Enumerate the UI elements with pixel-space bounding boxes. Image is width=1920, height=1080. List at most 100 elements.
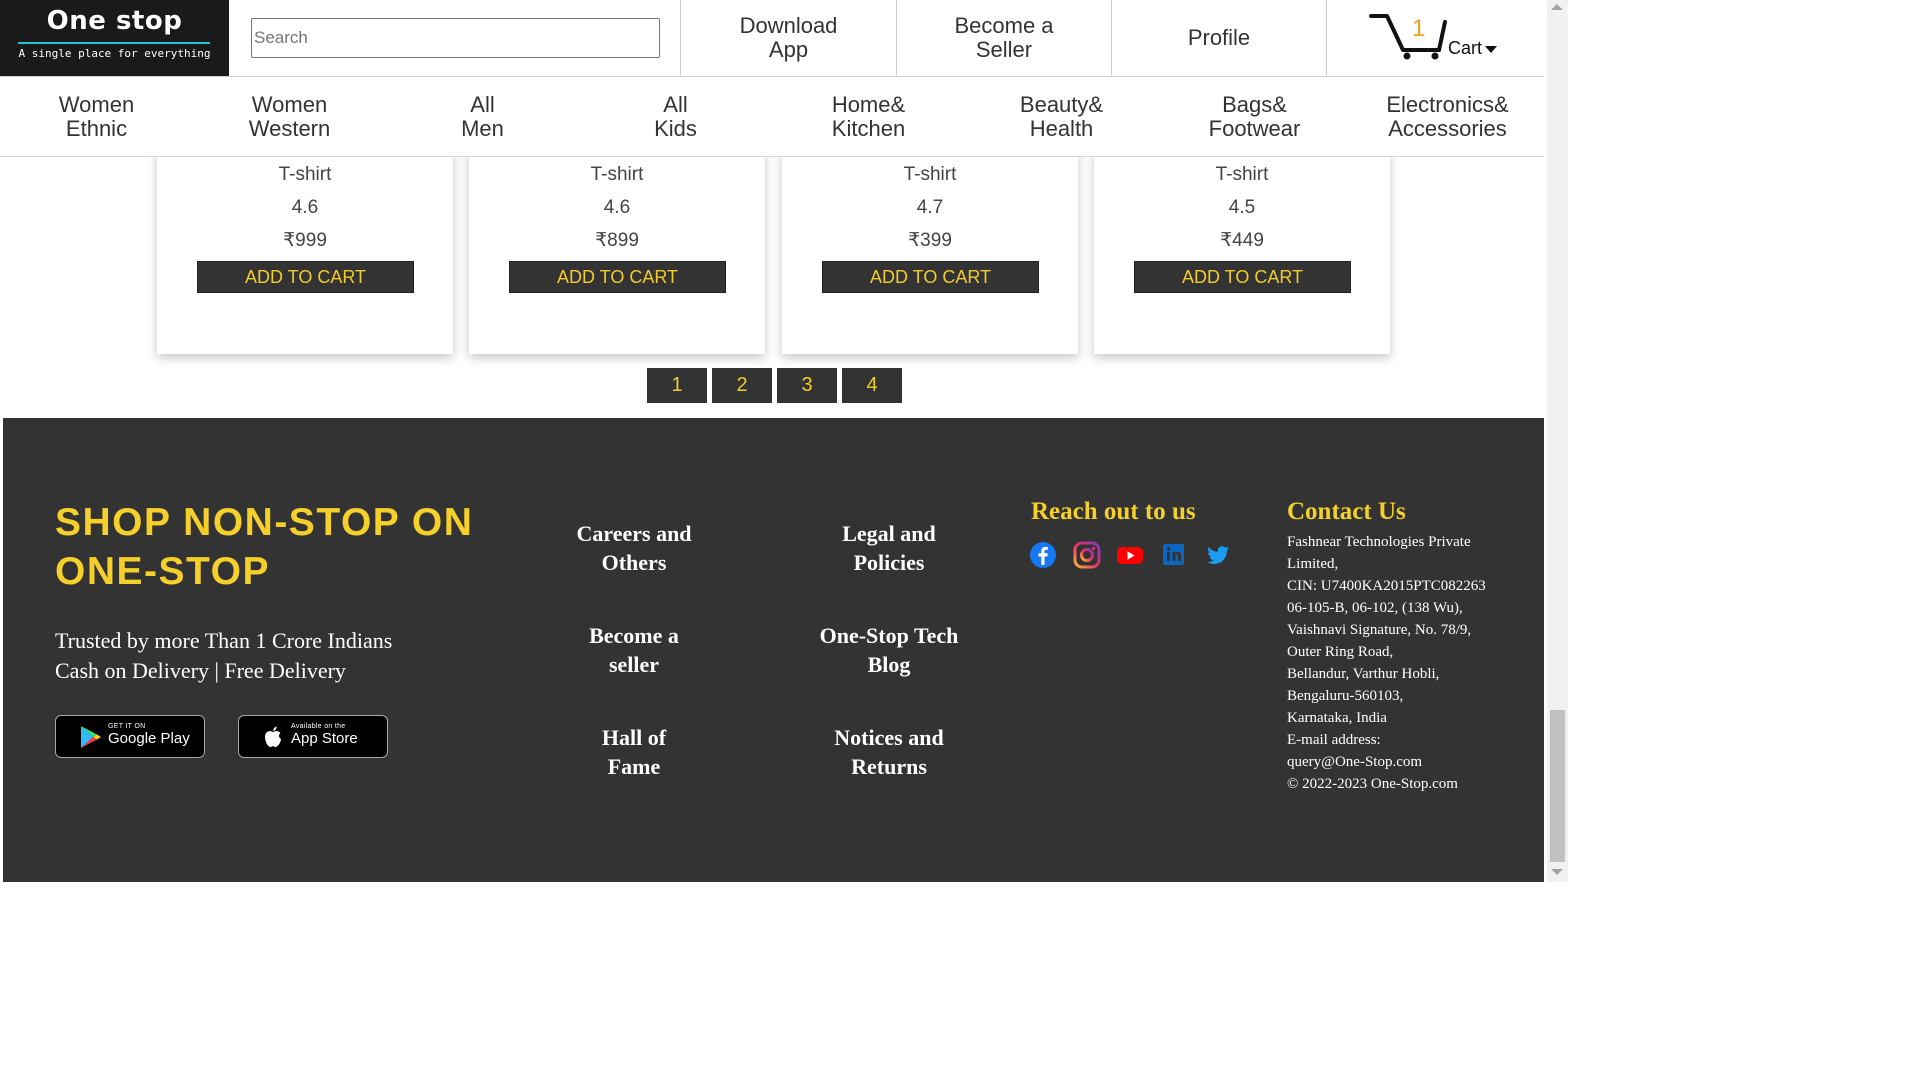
app-store-small-text: Available on the: [291, 723, 346, 730]
become-seller-link[interactable]: Become a Seller: [896, 0, 1111, 76]
chevron-down-icon[interactable]: [1485, 46, 1497, 53]
page-button-1[interactable]: 1: [647, 368, 707, 403]
site-logo[interactable]: One stop A single place for everything: [0, 0, 229, 76]
footer-link-label: Blog: [867, 652, 911, 677]
product-price: ₹399: [908, 230, 952, 251]
contact-line: Outer Ring Road,: [1287, 644, 1394, 660]
product-card[interactable]: T-shirt 4.6 ₹899 ADD TO CART: [469, 150, 765, 354]
instagram-icon[interactable]: [1073, 541, 1101, 569]
cart-icon: [1369, 14, 1447, 60]
category-label: Western: [248, 115, 331, 141]
profile-link[interactable]: Profile: [1111, 0, 1326, 76]
youtube-icon[interactable]: [1116, 541, 1144, 569]
category-label: Home&: [831, 91, 906, 117]
google-play-small-text: GET IT ON: [108, 723, 146, 730]
footer-link-label: Careers and: [576, 521, 692, 546]
add-to-cart-button[interactable]: ADD TO CART: [509, 261, 726, 293]
contact-line: Bengaluru-560103,: [1287, 688, 1404, 704]
category-label: Accessories: [1388, 115, 1507, 141]
contact-line: CIN: U7400KA2015PTC082263: [1287, 578, 1486, 594]
category-bags-footwear[interactable]: Bags& Footwear: [1158, 77, 1351, 156]
contact-address: Fashnear Technologies Private Limited, C…: [1287, 531, 1517, 795]
category-beauty-health[interactable]: Beauty& Health: [965, 77, 1158, 156]
download-app-label-line2: App: [768, 37, 809, 62]
page-button-3[interactable]: 3: [777, 368, 837, 403]
footer-link-label: Legal and: [842, 521, 936, 546]
site-footer: SHOP NON-STOP ON ONE-STOP Trusted by mor…: [3, 418, 1544, 882]
google-play-text: Google Play: [108, 730, 190, 747]
contact-line: Limited,: [1287, 556, 1339, 572]
product-card[interactable]: T-shirt 4.7 ₹399 ADD TO CART: [782, 150, 1078, 354]
add-to-cart-button[interactable]: ADD TO CART: [197, 261, 414, 293]
scrollbar-thumb[interactable]: [1550, 710, 1565, 862]
contact-line: Fashnear Technologies Private: [1287, 534, 1471, 550]
category-label: Kitchen: [831, 115, 906, 141]
footer-link-become-seller[interactable]: Become a seller: [534, 621, 734, 679]
footer-link-notices[interactable]: Notices and Returns: [789, 723, 989, 781]
category-all-kids[interactable]: All Kids: [579, 77, 772, 156]
product-rating: 4.6: [291, 197, 319, 218]
cart-count-badge: 1: [1412, 15, 1426, 42]
cart-button[interactable]: [1326, 0, 1544, 76]
search-input[interactable]: [251, 18, 660, 58]
linkedin-icon[interactable]: [1160, 541, 1188, 569]
copyright: © 2022-2023 One-Stop.com: [1287, 776, 1458, 792]
footer-link-careers[interactable]: Careers and Others: [534, 519, 734, 577]
app-store-badge[interactable]: Available on the App Store: [238, 715, 388, 758]
category-label: Electronics&: [1386, 91, 1509, 117]
category-women-ethnic[interactable]: Women Ethnic: [0, 77, 193, 156]
top-header: One stop A single place for everything D…: [0, 0, 1544, 77]
logo-tagline: A single place for everything: [18, 47, 211, 60]
product-card[interactable]: T-shirt 4.6 ₹999 ADD TO CART: [157, 150, 453, 354]
contact-email[interactable]: query@One-Stop.com: [1287, 751, 1517, 773]
delivery-line: Cash on Delivery | Free Delivery: [55, 658, 346, 683]
twitter-icon[interactable]: [1204, 541, 1232, 569]
footer-link-label: Others: [601, 550, 667, 575]
category-electronics-accessories[interactable]: Electronics& Accessories: [1351, 77, 1544, 156]
logo-underline: [18, 42, 210, 44]
category-label: Men: [461, 115, 504, 141]
footer-link-label: One-Stop Tech: [819, 623, 959, 648]
add-to-cart-button[interactable]: ADD TO CART: [822, 261, 1039, 293]
product-rating: 4.5: [1228, 197, 1256, 218]
category-women-western[interactable]: Women Western: [193, 77, 386, 156]
cart-label[interactable]: Cart: [1448, 38, 1482, 59]
footer-link-legal[interactable]: Legal and Policies: [789, 519, 989, 577]
footer-link-label: Fame: [607, 754, 661, 779]
facebook-icon[interactable]: [1029, 541, 1057, 569]
category-all-men[interactable]: All Men: [386, 77, 579, 156]
category-label: Beauty&: [1019, 91, 1104, 117]
footer-link-label: Returns: [851, 754, 927, 779]
download-app-link[interactable]: Download App: [680, 0, 896, 76]
product-price: ₹999: [283, 230, 327, 251]
scroll-up-arrow-icon[interactable]: [1551, 4, 1563, 10]
page-button-4[interactable]: 4: [842, 368, 902, 403]
contact-line: Bellandur, Varthur Hobli,: [1287, 666, 1440, 682]
add-to-cart-button[interactable]: ADD TO CART: [1134, 261, 1351, 293]
category-label: Women: [58, 91, 135, 117]
product-price: ₹899: [595, 230, 639, 251]
scroll-down-arrow-icon[interactable]: [1551, 869, 1563, 875]
contact-line: Vaishnavi Signature, No. 78/9,: [1287, 622, 1472, 638]
footer-link-tech-blog[interactable]: One-Stop Tech Blog: [789, 621, 989, 679]
google-play-icon: [81, 726, 101, 748]
footer-heading: SHOP NON-STOP ON ONE-STOP: [55, 501, 474, 593]
category-label: All: [470, 91, 495, 117]
contact-line: 06-105-B, 06-102, (138 Wu),: [1287, 600, 1463, 616]
footer-link-hall-of-fame[interactable]: Hall of Fame: [534, 723, 734, 781]
google-play-badge[interactable]: GET IT ON Google Play: [55, 715, 205, 758]
footer-link-label: Become a: [589, 623, 679, 648]
product-price: ₹449: [1220, 230, 1264, 251]
contact-heading: Contact Us: [1287, 498, 1406, 525]
product-card[interactable]: T-shirt 4.5 ₹449 ADD TO CART: [1094, 150, 1390, 354]
footer-link-label: Policies: [853, 550, 925, 575]
category-home-kitchen[interactable]: Home& Kitchen: [772, 77, 965, 156]
footer-link-label: seller: [608, 652, 660, 677]
product-name: T-shirt: [590, 164, 644, 185]
apple-icon: [265, 726, 281, 747]
footer-link-label: Hall of: [601, 725, 667, 750]
category-label: Footwear: [1208, 115, 1301, 141]
page-button-2[interactable]: 2: [712, 368, 772, 403]
reach-out-heading: Reach out to us: [1031, 498, 1196, 525]
become-seller-label-line2: Seller: [975, 37, 1033, 62]
